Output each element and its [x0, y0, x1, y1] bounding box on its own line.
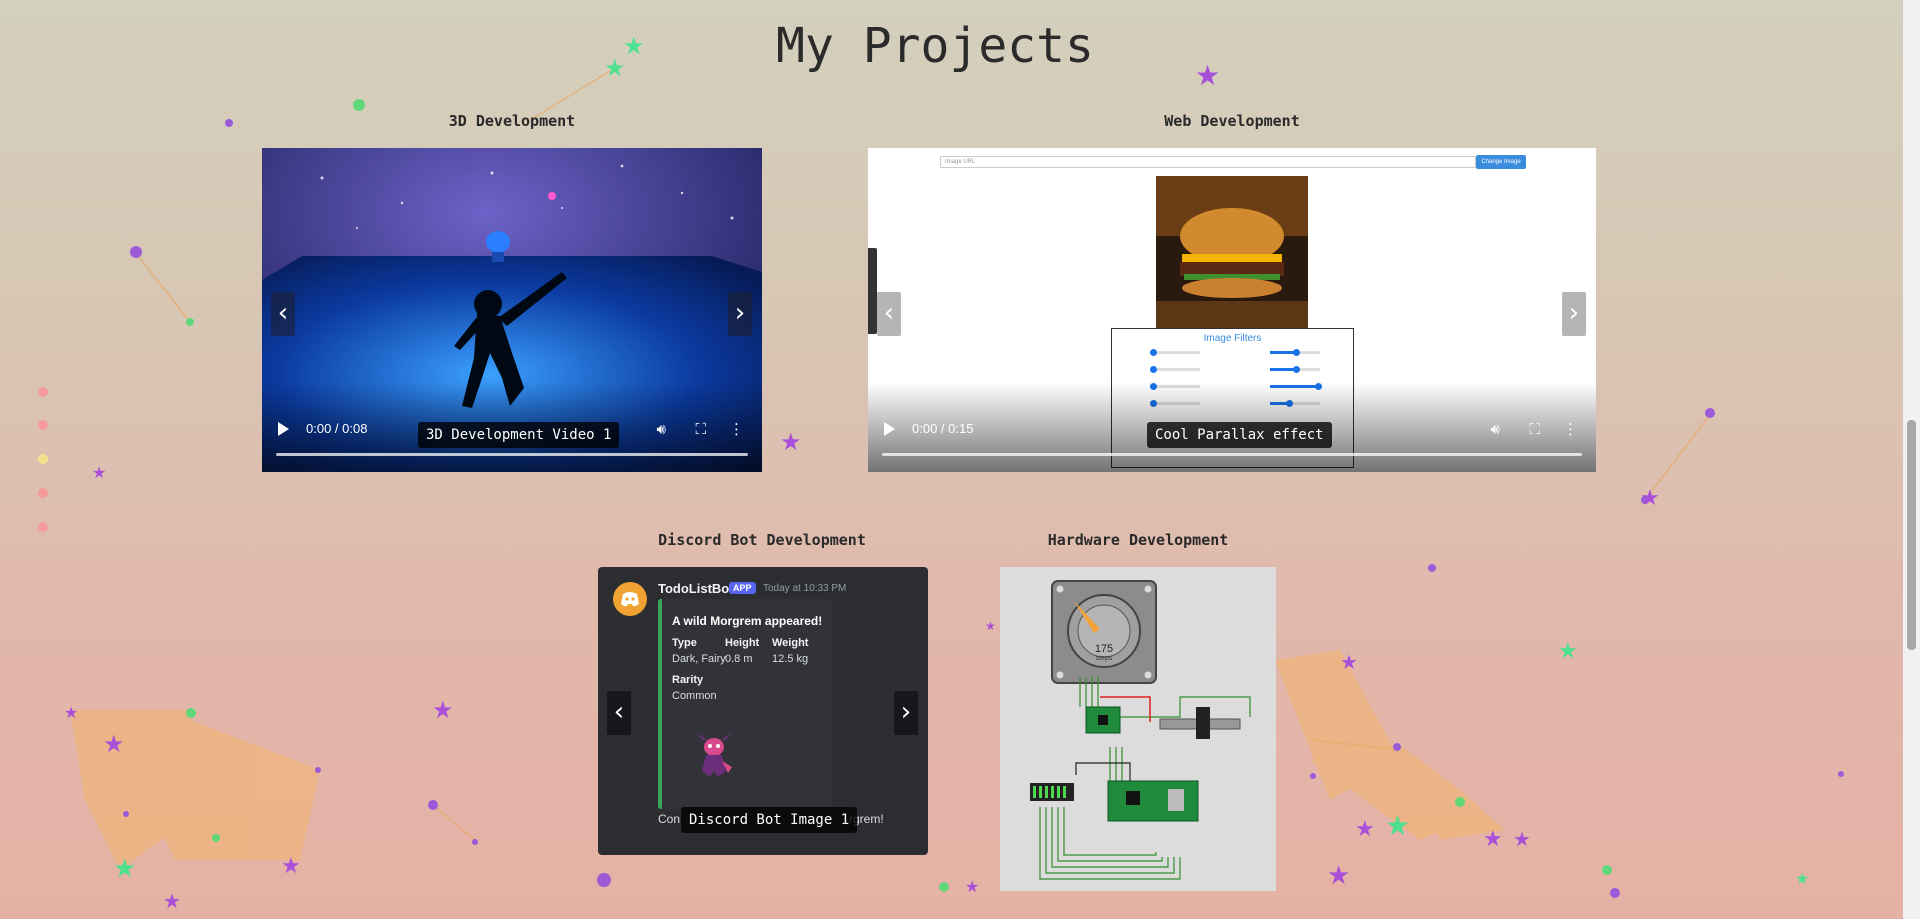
svg-text:★: ★: [92, 463, 106, 482]
section-label-hardware: Hardware Development: [1047, 531, 1229, 549]
volume-icon[interactable]: 🔊︎: [657, 420, 666, 438]
svg-text:★: ★: [1558, 639, 1578, 664]
fullscreen-icon[interactable]: ⛶: [695, 420, 706, 438]
filter-slider: [1270, 349, 1320, 356]
svg-text:★: ★: [103, 730, 125, 758]
caption-discord: Discord Bot Image 1: [681, 807, 858, 833]
video-web-time: 0:00 / 0:15: [912, 421, 974, 436]
field-type-value: Dark, Fairy: [672, 653, 726, 665]
field-height-label: Height: [725, 637, 760, 649]
svg-text:★: ★: [1385, 809, 1410, 842]
field-weight-label: Weight: [772, 637, 809, 649]
embed-title: A wild Morgrem appeared!: [672, 614, 823, 628]
video-web-development[interactable]: Image URL Change Image Image Filters 0:0…: [868, 148, 1596, 472]
next-button-web[interactable]: ›: [1562, 292, 1586, 336]
change-image-button: Change Image: [1476, 155, 1526, 169]
svg-text:★: ★: [780, 428, 802, 456]
discord-bot-carousel[interactable]: TodoListBot APP Today at 10:33 PM A wild…: [598, 567, 928, 855]
filter-slider: [1150, 366, 1200, 373]
svg-text:★: ★: [965, 877, 979, 896]
next-button-discord[interactable]: ›: [894, 691, 918, 735]
svg-text:★: ★: [64, 703, 78, 722]
scrollbar[interactable]: [1903, 0, 1920, 919]
prev-button-web[interactable]: ‹: [877, 292, 901, 336]
next-button-3d[interactable]: ›: [728, 292, 752, 336]
field-rarity-label: Rarity: [672, 674, 704, 686]
morgrem-sprite: [696, 733, 732, 777]
discord-embed: A wild Morgrem appeared! Type Dark, Fair…: [658, 599, 832, 809]
bot-name: TodoListBot: [658, 581, 734, 596]
discord-logo-icon: [621, 592, 639, 607]
browser-toolbar: [868, 248, 877, 334]
filter-slider: [1270, 366, 1320, 373]
burger-image: [1156, 176, 1308, 328]
section-label-3d: 3D Development: [448, 112, 576, 130]
app-badge: APP: [729, 582, 756, 594]
prev-button-discord[interactable]: ‹: [607, 691, 631, 735]
image-url-input: Image URL: [940, 156, 1476, 168]
section-label-discord: Discord Bot Development: [658, 531, 866, 549]
field-type-label: Type: [672, 637, 697, 649]
message-timestamp: Today at 10:33 PM: [763, 583, 847, 594]
stepper-unit: steps: [1095, 655, 1113, 662]
embed-footer-left: Con: [658, 812, 681, 826]
svg-text:★: ★: [1327, 861, 1350, 891]
bot-avatar: [613, 582, 647, 616]
svg-text:★: ★: [1795, 869, 1809, 888]
svg-text:★: ★: [985, 619, 996, 633]
section-label-web: Web Development: [1164, 112, 1300, 130]
svg-text:★: ★: [1483, 827, 1503, 852]
more-options-icon[interactable]: ⋮: [1563, 420, 1578, 438]
filter-slider: [1150, 349, 1200, 356]
scrollbar-thumb[interactable]: [1907, 420, 1916, 650]
hardware-image[interactable]: 175 steps: [1000, 567, 1276, 891]
caption-web: Cool Parallax effect: [1147, 422, 1332, 448]
caption-3d: 3D Development Video 1: [418, 422, 620, 448]
svg-text:★: ★: [1340, 650, 1358, 674]
page-title: My Projects: [776, 18, 1094, 74]
svg-text:★: ★: [432, 696, 454, 724]
svg-text:★: ★: [281, 854, 301, 879]
svg-text:★: ★: [1640, 486, 1660, 511]
prev-button-3d[interactable]: ‹: [271, 292, 295, 336]
volume-icon[interactable]: 🔊︎: [1491, 420, 1500, 438]
video-3d-progress[interactable]: [276, 453, 748, 456]
image-filters-title: Image Filters: [1203, 333, 1262, 344]
play-icon[interactable]: [278, 422, 289, 436]
fullscreen-icon[interactable]: ⛶: [1529, 420, 1540, 438]
field-height-value: 0.8 m: [725, 653, 753, 665]
svg-text:★: ★: [1355, 817, 1375, 842]
svg-text:★: ★: [113, 854, 136, 884]
field-weight-value: 12.5 kg: [772, 653, 809, 665]
svg-text:★: ★: [163, 889, 181, 913]
hardware-circuit: [1030, 580, 1251, 880]
more-options-icon[interactable]: ⋮: [729, 420, 744, 438]
video-3d-development[interactable]: 0:00 / 0:08 🔊︎ ⛶ ⋮ ‹ › 3D Development Vi…: [262, 148, 762, 472]
svg-text:★: ★: [1513, 827, 1531, 851]
play-icon[interactable]: [884, 422, 895, 436]
field-rarity-value: Common: [672, 690, 717, 702]
stepper-value: 175: [1094, 643, 1114, 655]
video-web-progress[interactable]: [882, 453, 1582, 456]
video-3d-time: 0:00 / 0:08: [306, 421, 368, 436]
